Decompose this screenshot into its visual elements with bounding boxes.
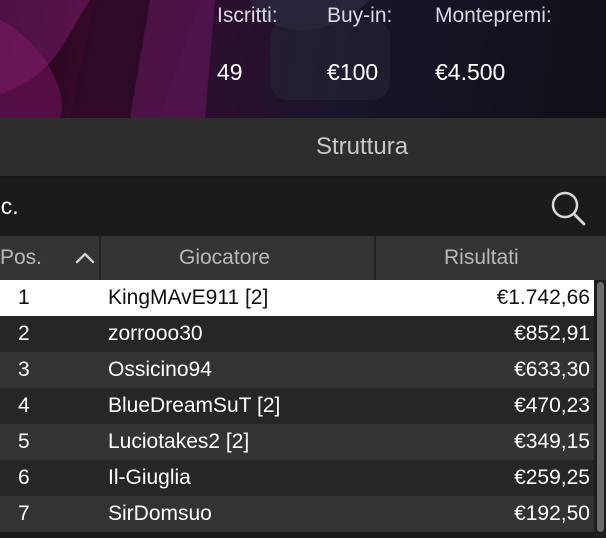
row-player: SirDomsuo xyxy=(108,502,212,525)
search-input[interactable] xyxy=(0,178,540,234)
table-row[interactable]: 1 KingMAvE911 [2] €1.742,66 xyxy=(0,280,594,316)
column-divider xyxy=(99,236,101,280)
row-result: €633,30 xyxy=(514,358,590,381)
row-result: €349,15 xyxy=(514,430,590,453)
stat-entrants-label: Iscritti: xyxy=(217,4,278,27)
table-row[interactable]: 5 Luciotakes2 [2] €349,15 xyxy=(0,424,594,460)
table-scrollbar[interactable] xyxy=(594,280,606,538)
tab-struttura[interactable]: Struttura xyxy=(316,118,408,176)
row-player: Ossicino94 xyxy=(108,358,212,381)
results-table-header: Pos. Giocatore Risultati xyxy=(0,236,606,280)
stat-prizepool-value: €4.500 xyxy=(435,59,506,85)
stat-prizepool-label: Montepremi: xyxy=(435,4,552,27)
table-row[interactable]: 3 Ossicino94 €633,30 xyxy=(0,352,594,388)
row-position: 5 xyxy=(18,430,30,453)
row-result: €1.742,66 xyxy=(496,286,590,309)
row-player: Il-Giuglia xyxy=(108,466,191,489)
row-result: €470,23 xyxy=(514,394,590,417)
stat-buyin-label: Buy-in: xyxy=(327,4,393,27)
tournament-banner: Iscritti: 49 Buy-in: €100 Montepremi: €4… xyxy=(0,0,606,118)
stat-buyin-value: €100 xyxy=(327,59,379,85)
column-header-results[interactable]: Risultati xyxy=(444,236,519,280)
column-header-pos[interactable]: Pos. xyxy=(0,236,42,280)
scrollbar-thumb[interactable] xyxy=(597,282,604,532)
search-icon[interactable] xyxy=(548,188,588,228)
tab-bar: Struttura xyxy=(0,118,606,176)
row-result: €192,50 xyxy=(514,502,590,525)
row-result: €852,91 xyxy=(514,322,590,345)
row-player: Luciotakes2 [2] xyxy=(108,430,250,453)
row-position: 3 xyxy=(18,358,30,381)
row-position: 1 xyxy=(18,286,30,309)
search-bar xyxy=(0,178,606,234)
row-player: KingMAvE911 [2] xyxy=(108,286,269,309)
results-table-body: 1 KingMAvE911 [2] €1.742,66 2 zorrooo30 … xyxy=(0,280,594,532)
table-row[interactable]: 7 SirDomsuo €192,50 xyxy=(0,496,594,532)
row-position: 4 xyxy=(18,394,30,417)
row-position: 2 xyxy=(18,322,30,345)
row-position: 7 xyxy=(18,502,30,525)
row-result: €259,25 xyxy=(514,466,590,489)
table-row[interactable]: 4 BlueDreamSuT [2] €470,23 xyxy=(0,388,594,424)
row-player: zorrooo30 xyxy=(108,322,203,345)
row-player: BlueDreamSuT [2] xyxy=(108,394,281,417)
column-divider xyxy=(374,236,376,280)
table-row[interactable]: 2 zorrooo30 €852,91 xyxy=(0,316,594,352)
stat-entrants-value: 49 xyxy=(217,59,243,85)
table-row[interactable]: 6 Il-Giuglia €259,25 xyxy=(0,460,594,496)
row-position: 6 xyxy=(18,466,30,489)
column-header-player[interactable]: Giocatore xyxy=(179,236,270,280)
chevron-up-icon[interactable] xyxy=(74,248,96,268)
